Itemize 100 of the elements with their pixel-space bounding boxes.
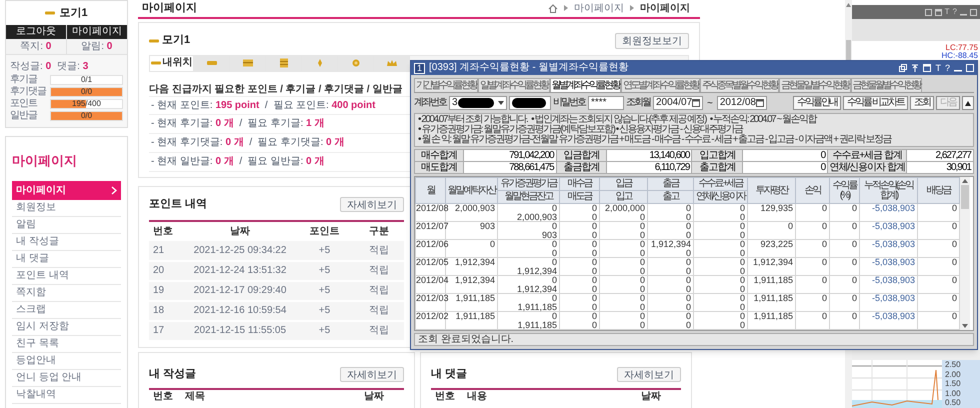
header-button[interactable]: 로그아웃: [6, 25, 66, 39]
count-link[interactable]: 알림: 0: [66, 39, 127, 54]
progress-reading: 0/1: [80, 76, 94, 84]
password-field[interactable]: ****: [588, 96, 624, 110]
table-cell: 2012/02: [416, 312, 446, 330]
table-cell: 1,911,185: [748, 294, 796, 312]
home-icon: [548, 4, 558, 13]
table-cell: 0 0: [560, 222, 600, 240]
menu-item[interactable]: 내 댓글: [12, 250, 121, 268]
toolbar-glyph[interactable]: T: [944, 8, 950, 16]
progress-reading: 0/0: [80, 88, 94, 96]
menu-item[interactable]: 포인트 내역: [12, 268, 121, 284]
table-cell: 0 1,911,185: [498, 294, 560, 312]
window-tab[interactable]: 금현물월별수익현황: [850, 78, 922, 92]
activity-count: 댓글: 3: [57, 62, 88, 72]
table-cell: 20: [149, 260, 185, 280]
more-button[interactable]: 자세히보기: [340, 197, 404, 212]
rank-tab[interactable]: [194, 56, 230, 70]
requirement-text: - 현재 후기댓글: 0 개 / 필요 후기댓글: 0 개: [151, 136, 344, 150]
summary-value: 13,140,600: [606, 150, 692, 162]
more-button[interactable]: 자세히보기: [617, 367, 681, 382]
menu-item[interactable]: 언니 등업 안내: [12, 370, 121, 386]
progress-label: 포인트: [10, 98, 38, 108]
rank-tab[interactable]: 내위치: [150, 56, 194, 70]
table-cell: 적립: [354, 300, 404, 320]
menu-item[interactable]: 등업안내: [12, 352, 121, 370]
table-cell: 0 1,912,394: [498, 258, 560, 276]
window-tab[interactable]: 월별계좌수익률현황: [550, 78, 621, 92]
menu-item[interactable]: 회원정보: [12, 200, 121, 216]
user-name: 모기1: [59, 6, 88, 21]
count-link[interactable]: 쪽지: 0: [6, 39, 66, 54]
toolbar-glyph[interactable]: ?: [952, 8, 957, 16]
table-cell: 0: [830, 312, 860, 330]
menu-item[interactable]: 마이페이지: [12, 180, 121, 200]
table-cell: 0: [796, 222, 830, 240]
column-header: 내용: [467, 390, 488, 404]
card-icon: [242, 58, 254, 68]
table-cell: 0 2,000,903: [498, 204, 560, 222]
page-title: 마이페이지: [142, 1, 197, 16]
window-tab[interactable]: 주식종목별월수익현황: [700, 78, 779, 92]
menu-item[interactable]: 임시 저장함: [12, 318, 121, 336]
window-tab[interactable]: 기간별수익률현황: [414, 78, 478, 92]
breadcrumb-link[interactable]: 마이페이지: [574, 0, 624, 16]
table-cell: +5: [295, 320, 354, 340]
account-field[interactable]: [509, 96, 551, 110]
table-cell: 2021-12-16 10:59:54: [185, 300, 295, 320]
table-cell: 0 0: [600, 276, 648, 294]
progress-reading: 0/0: [80, 112, 94, 120]
menu-item[interactable]: 친구 목록: [12, 336, 121, 352]
title-glyph[interactable]: ?: [944, 64, 950, 72]
triangle-icon: [564, 5, 568, 12]
axis-label: 0.50: [945, 399, 962, 407]
table-cell: +5: [295, 280, 354, 300]
rank-tab[interactable]: [374, 56, 410, 70]
column-header: 출금: [648, 178, 694, 190]
collapse-button[interactable]: [962, 96, 974, 110]
window-icon: [934, 8, 942, 16]
window-tab[interactable]: 일별계좌수익률현황: [478, 78, 550, 92]
title-glyph[interactable]: T: [935, 64, 941, 72]
summary-label: 매도합계: [414, 162, 464, 174]
table-cell: -5,038,903: [860, 204, 918, 222]
summary-label: 수수료+세금 합계: [828, 150, 907, 162]
window-badge: 1: [414, 62, 425, 74]
menu-item[interactable]: 스크랩: [12, 302, 121, 318]
date-field[interactable]: 2012/08: [716, 96, 767, 110]
info-note: • 2004.07부터 조회 가능합니다. • 법인계좌는 조회되지 않습니다.(추후 제공 예정) • 누적손익: 2004.07 ~ 월손익합: [418, 115, 818, 125]
toolbar-button[interactable]: 조회: [910, 96, 934, 110]
more-button[interactable]: 자세히보기: [340, 367, 404, 382]
progress-label: 후기글: [10, 74, 38, 84]
toolbar-button[interactable]: 수익률 비교차트: [843, 96, 908, 110]
table-cell: 2012/07: [416, 222, 446, 240]
table-cell: 1,911,185: [748, 312, 796, 330]
table-cell: -5,038,903: [860, 294, 918, 312]
header-button[interactable]: 마이페이지: [67, 25, 127, 39]
column-header: 번호: [434, 390, 456, 404]
range-separator: ~: [706, 96, 714, 110]
column-header: 월말현금잔고: [498, 190, 560, 204]
column-header: 투자평잔: [748, 178, 796, 204]
menu-item[interactable]: 내 작성글: [12, 234, 121, 250]
window-tab[interactable]: 금현물일별수익현황: [779, 78, 850, 92]
date-field[interactable]: 2004/07: [653, 96, 703, 110]
table-cell: 0 0: [600, 258, 648, 276]
profile-button[interactable]: 회원정보보기: [615, 32, 689, 48]
axis-label: 2.00: [945, 370, 962, 378]
info-note: • 유가증권평가금: 월말유가증권평가금(예탁담보포함) • 신용융자평가금 - 신용대주평가금: [418, 125, 743, 135]
account-field[interactable]: 3: [449, 96, 507, 110]
menu-item[interactable]: 낙찰내역: [12, 386, 121, 404]
column-header: 포인트: [295, 222, 354, 240]
table-cell: 0 0: [600, 312, 648, 330]
scrollbar-thumb[interactable]: [961, 185, 969, 209]
menu-item[interactable]: 알림: [12, 216, 121, 234]
menu-item[interactable]: 쪽지함: [12, 284, 121, 302]
column-header: 입고: [600, 190, 648, 204]
window-tab[interactable]: 연도별계좌수익률현황: [621, 78, 700, 92]
breadcrumb-link[interactable]: 마이페이지: [640, 0, 690, 16]
table-cell: 0: [796, 276, 830, 294]
toolbar-button[interactable]: 수익률안내: [793, 96, 842, 110]
table-cell: 0 903: [498, 222, 560, 240]
down-arrow-icon: [962, 324, 968, 328]
scrollbar-thumb[interactable]: [846, 40, 851, 60]
